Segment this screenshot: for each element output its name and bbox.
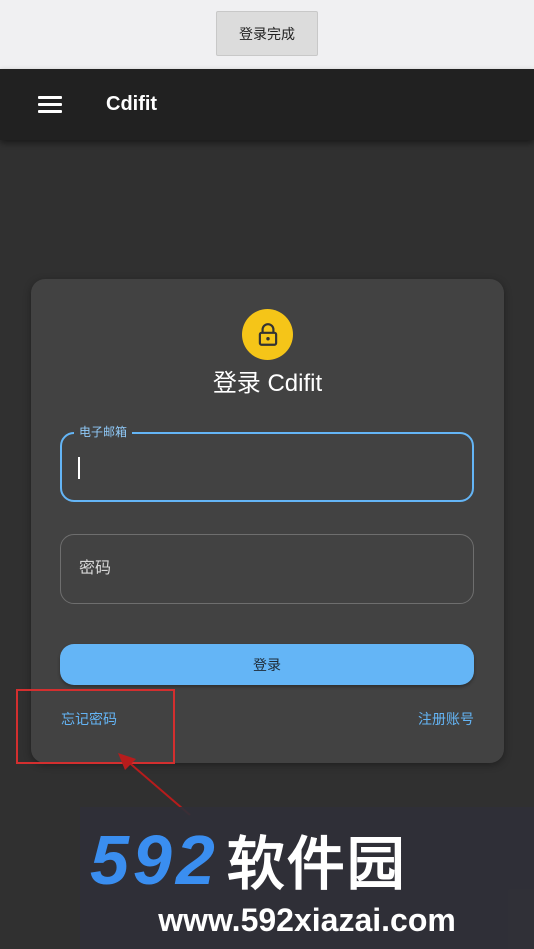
- top-strip: 登录完成: [0, 0, 534, 69]
- password-field[interactable]: 密码: [60, 534, 474, 604]
- watermark-digits: 592: [90, 821, 219, 899]
- site-watermark: 592 软件园 www.592xiazai.com: [80, 807, 534, 949]
- lock-icon: [258, 322, 277, 346]
- lock-avatar: [242, 309, 293, 360]
- app-title: Cdifit: [106, 93, 158, 115]
- menu-icon[interactable]: [38, 96, 62, 114]
- email-label: 电子邮箱: [74, 425, 133, 439]
- watermark-brand: 软件园: [226, 830, 407, 898]
- card-title: 登录 Cdifit: [212, 370, 323, 397]
- register-link[interactable]: 注册账号: [418, 711, 474, 729]
- email-field[interactable]: 电子邮箱: [60, 425, 474, 502]
- app-bar: Cdifit: [0, 69, 534, 140]
- text-caret: [78, 457, 80, 479]
- login-button[interactable]: 登录: [60, 644, 474, 685]
- watermark-url: www.592xiazai.com: [158, 902, 456, 938]
- login-done-button[interactable]: 登录完成: [216, 11, 318, 56]
- password-label: 密码: [79, 558, 112, 577]
